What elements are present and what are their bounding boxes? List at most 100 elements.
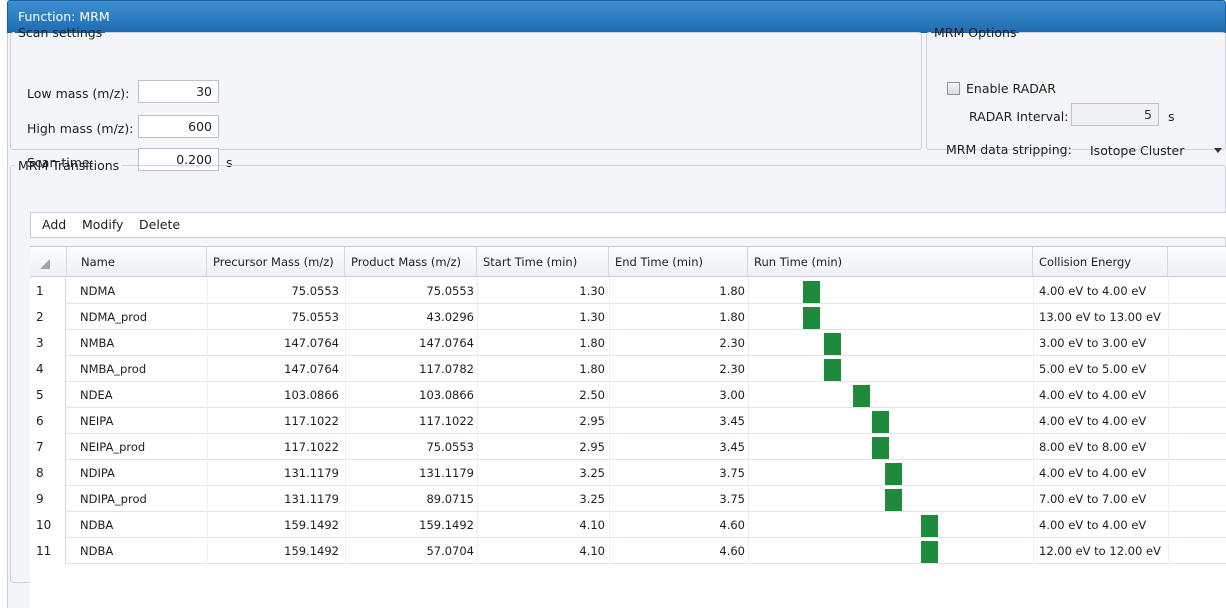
grid-line — [477, 434, 478, 460]
grid-line — [207, 434, 208, 460]
grid-line — [609, 512, 610, 538]
grid-line — [609, 486, 610, 512]
cell-end-time: 3.75 — [719, 492, 745, 506]
scan-settings-legend: Scan settings — [18, 25, 103, 40]
table-row[interactable]: 8 NDIPA 131.1179 131.1179 3.25 3.75 4.00 eV to… — [30, 460, 1226, 486]
grid-line — [207, 538, 208, 564]
enable-radar-checkbox[interactable] — [947, 82, 960, 95]
table-row[interactable]: 9 NDIPA_prod 131.1179 89.0715 3.25 3.75 7.00 e… — [30, 486, 1226, 512]
transitions-table: Name Precursor Mass (m/z) Product Mass (… — [30, 246, 1226, 608]
cell-precursor-mass: 75.0553 — [291, 310, 339, 324]
run-time-bar — [872, 437, 890, 459]
grid-line — [207, 382, 208, 408]
grid-line — [345, 330, 346, 356]
grid-line — [1033, 408, 1034, 434]
cell-end-time: 1.80 — [719, 310, 745, 324]
table-header: Name Precursor Mass (m/z) Product Mass (… — [30, 246, 1226, 277]
grid-line — [748, 512, 749, 538]
window-title: Function: MRM — [18, 9, 110, 24]
grid-line — [748, 486, 749, 512]
grid-line — [1168, 304, 1169, 330]
grid-line — [207, 512, 208, 538]
grid-line — [477, 356, 478, 382]
grid-line — [609, 538, 610, 564]
cell-precursor-mass: 117.1022 — [284, 440, 339, 454]
table-row[interactable]: 7 NEIPA_prod 117.1022 75.0553 2.95 3.45 8.00 e… — [30, 434, 1226, 460]
high-mass-input[interactable]: 600 — [138, 115, 219, 138]
low-mass-input[interactable]: 30 — [138, 80, 219, 103]
grid-line — [1168, 460, 1169, 486]
grid-line — [748, 538, 749, 564]
cell-precursor-mass: 147.0764 — [284, 362, 339, 376]
cell-name: NMBA_prod — [80, 362, 147, 376]
col-header-product[interactable]: Product Mass (m/z) — [345, 247, 477, 277]
grid-line — [207, 408, 208, 434]
run-time-bar — [884, 489, 902, 511]
cell-product-mass: 131.1179 — [419, 466, 474, 480]
row-index: 8 — [30, 460, 66, 486]
row-index: 6 — [30, 408, 66, 434]
col-header-end-time[interactable]: End Time (min) — [609, 247, 748, 277]
grid-line — [207, 460, 208, 486]
col-header-start-time[interactable]: Start Time (min) — [477, 247, 609, 277]
cell-product-mass: 57.0704 — [426, 544, 474, 558]
grid-line — [207, 486, 208, 512]
cell-product-mass: 117.1022 — [419, 414, 474, 428]
cell-name: NDMA — [80, 284, 116, 298]
cell-product-mass: 75.0553 — [426, 440, 474, 454]
select-all-corner[interactable] — [30, 247, 67, 277]
cell-product-mass: 147.0764 — [419, 336, 474, 350]
col-header-run-time[interactable]: Run Time (min) — [748, 247, 1033, 277]
table-row[interactable]: 3 NMBA 147.0764 147.0764 1.80 2.30 3.00 eV to … — [30, 330, 1226, 356]
grid-line — [748, 408, 749, 434]
table-row[interactable]: 11 NDBA 159.1492 57.0704 4.10 4.60 12.00 eV to… — [30, 538, 1226, 564]
cell-end-time: 2.30 — [719, 362, 745, 376]
grid-line — [477, 486, 478, 512]
grid-line — [1168, 538, 1169, 564]
col-header-collision-energy[interactable]: Collision Energy — [1033, 247, 1168, 277]
grid-line — [207, 304, 208, 330]
table-row[interactable]: 6 NEIPA 117.1022 117.1022 2.95 3.45 4.00 eV to… — [30, 408, 1226, 434]
cell-name: NEIPA — [80, 414, 114, 428]
table-row[interactable]: 10 NDBA 159.1492 159.1492 4.10 4.60 4.00 eV to… — [30, 512, 1226, 538]
grid-line — [477, 304, 478, 330]
grid-line — [1168, 382, 1169, 408]
cell-end-time: 2.30 — [719, 336, 745, 350]
grid-line — [477, 330, 478, 356]
table-row[interactable]: 4 NMBA_prod 147.0764 117.0782 1.80 2.30 5.00 e… — [30, 356, 1226, 382]
grid-line — [1033, 512, 1034, 538]
radar-interval-unit: s — [1168, 109, 1175, 124]
run-time-bar — [853, 385, 871, 407]
cell-collision-energy: 12.00 eV to 12.00 eV — [1039, 544, 1161, 558]
chevron-down-icon[interactable] — [1214, 148, 1222, 153]
cell-end-time: 3.75 — [719, 466, 745, 480]
table-row[interactable]: 2 NDMA_prod 75.0553 43.0296 1.30 1.80 13.00 eV… — [30, 304, 1226, 330]
table-row[interactable]: 1 NDMA 75.0553 75.0553 1.30 1.80 4.00 eV to 4.… — [30, 278, 1226, 304]
table-row[interactable]: 5 NDEA 103.0866 103.0866 2.50 3.00 4.00 eV to … — [30, 382, 1226, 408]
grid-line — [477, 408, 478, 434]
cell-product-mass: 43.0296 — [426, 310, 474, 324]
delete-button[interactable]: Delete — [139, 213, 180, 237]
grid-line — [609, 382, 610, 408]
grid-line — [1033, 356, 1034, 382]
cell-end-time: 1.80 — [719, 284, 745, 298]
col-header-precursor[interactable]: Precursor Mass (m/z) — [207, 247, 345, 277]
grid-line — [609, 330, 610, 356]
grid-line — [1033, 382, 1034, 408]
row-index: 4 — [30, 356, 66, 382]
mrm-transitions-legend: MRM Transitions — [18, 158, 120, 173]
cell-collision-energy: 4.00 eV to 4.00 eV — [1039, 518, 1147, 532]
grid-line — [345, 304, 346, 330]
grid-line — [1033, 538, 1034, 564]
add-button[interactable]: Add — [42, 213, 66, 237]
cell-start-time: 1.80 — [579, 336, 605, 350]
corner-triangle-icon — [40, 259, 50, 269]
col-header-name[interactable]: Name — [67, 247, 207, 277]
grid-line — [1033, 460, 1034, 486]
radar-interval-input[interactable]: 5 — [1071, 103, 1159, 126]
grid-line — [477, 538, 478, 564]
cell-start-time: 4.10 — [579, 518, 605, 532]
grid-line — [609, 356, 610, 382]
cell-start-time: 3.25 — [579, 492, 605, 506]
modify-button[interactable]: Modify — [82, 213, 123, 237]
